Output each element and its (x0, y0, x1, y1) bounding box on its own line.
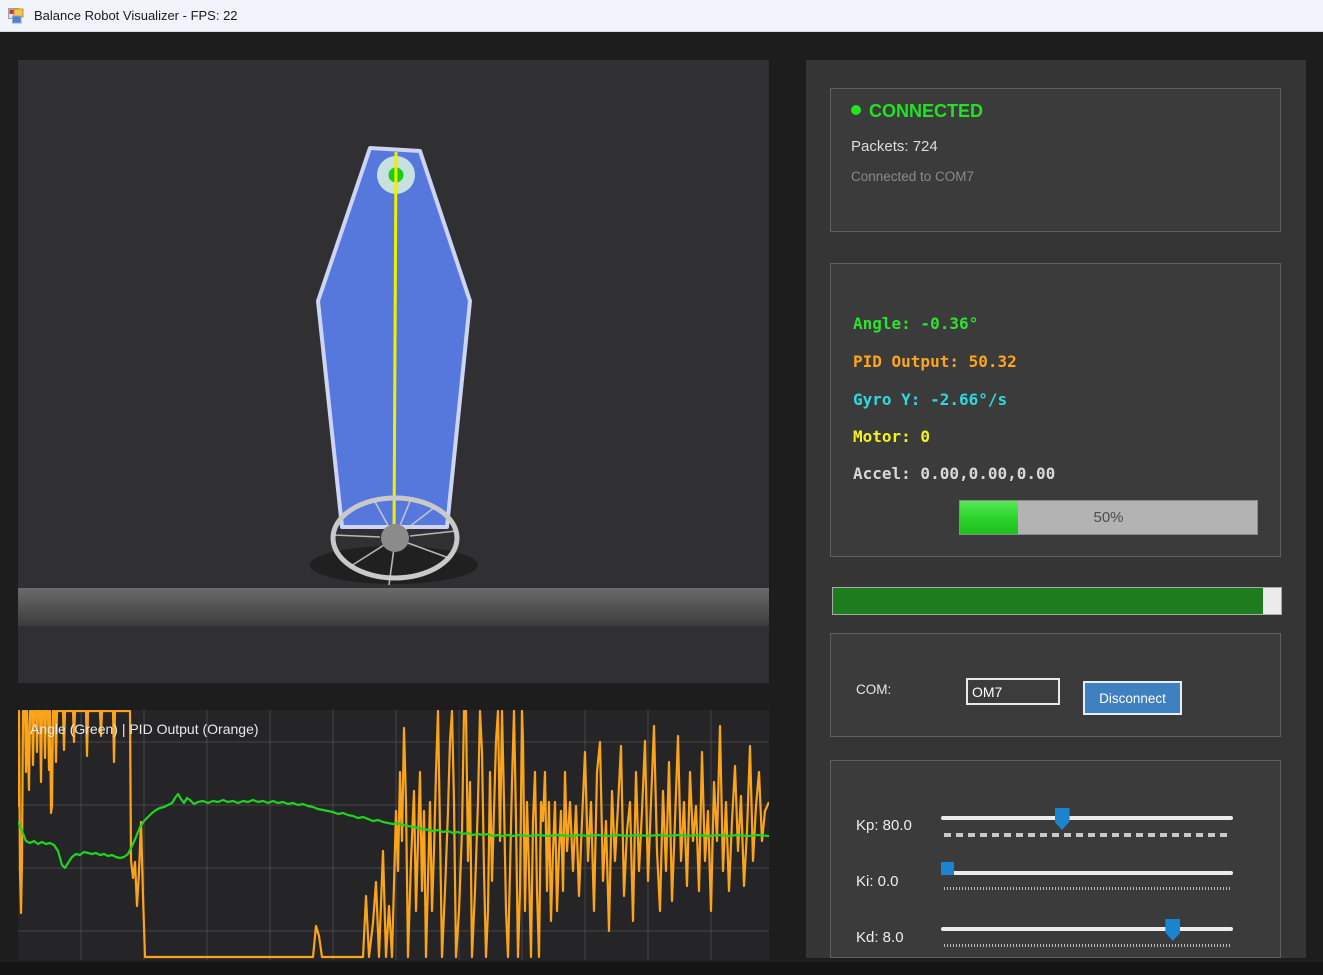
title-bar: Balance Robot Visualizer - FPS: 22 (0, 0, 1323, 32)
wheel-hub (381, 524, 409, 552)
motor-readout: Motor: 0 (853, 427, 930, 446)
tilt-axis-line (394, 152, 396, 537)
control-panel: CONNECTED Packets: 724 Connected to COM7… (806, 60, 1306, 958)
robot-drawing (18, 60, 769, 683)
status-line: CONNECTED (851, 101, 983, 122)
packets-count: Packets: 724 (851, 138, 938, 155)
robot-visualization-canvas (18, 60, 769, 683)
angle-readout: Angle: -0.36° (853, 314, 978, 333)
ground-strip (18, 588, 769, 626)
pid-tuning-box: Kp: 80.0 Ki: 0.0 Kd: 8.0 (830, 760, 1281, 958)
pid-output-readout: PID Output: 50.32 (853, 352, 1017, 371)
connection-status-box: CONNECTED Packets: 724 Connected to COM7 (830, 88, 1281, 232)
chart-title: Angle (Green) | PID Output (Orange) (30, 721, 259, 737)
kd-slider-track[interactable] (941, 927, 1233, 931)
chart-plot-area (18, 710, 769, 960)
accel-readout: Accel: 0.00,0.00,0.00 (853, 464, 1055, 483)
connection-info: Connected to COM7 (851, 169, 974, 184)
com-label: COM: (856, 682, 891, 697)
kp-slider-thumb[interactable] (1055, 808, 1070, 830)
ki-slider-track[interactable] (941, 871, 1233, 875)
app-icon (8, 8, 25, 24)
window-title: Balance Robot Visualizer - FPS: 22 (34, 8, 238, 23)
gyro-readout: Gyro Y: -2.66°/s (853, 390, 1007, 409)
connection-progress-fill (833, 588, 1263, 614)
ki-slider-thumb[interactable] (941, 862, 954, 875)
disconnect-button[interactable]: Disconnect (1083, 681, 1182, 715)
telemetry-box: Angle: -0.36° PID Output: 50.32 Gyro Y: … (830, 263, 1281, 557)
com-port-box: COM: Disconnect (830, 633, 1281, 737)
ki-label: Ki: 0.0 (856, 873, 899, 890)
balance-meter: 50% (959, 500, 1258, 535)
com-port-input[interactable] (966, 678, 1060, 705)
kp-slider-track[interactable] (941, 816, 1233, 820)
kd-slider-ticks (944, 944, 1230, 947)
connection-progress-bar (832, 587, 1282, 615)
status-dot-icon (851, 105, 861, 115)
bottom-edge-strip (0, 962, 1323, 975)
status-text: CONNECTED (869, 101, 983, 121)
balance-meter-label: 50% (960, 501, 1257, 534)
telemetry-chart: Angle (Green) | PID Output (Orange) (18, 710, 769, 960)
ki-slider-ticks (944, 887, 1230, 890)
kp-slider-ticks (944, 833, 1230, 837)
kd-slider-thumb[interactable] (1165, 919, 1180, 941)
kd-label: Kd: 8.0 (856, 929, 904, 946)
kp-label: Kp: 80.0 (856, 817, 912, 834)
